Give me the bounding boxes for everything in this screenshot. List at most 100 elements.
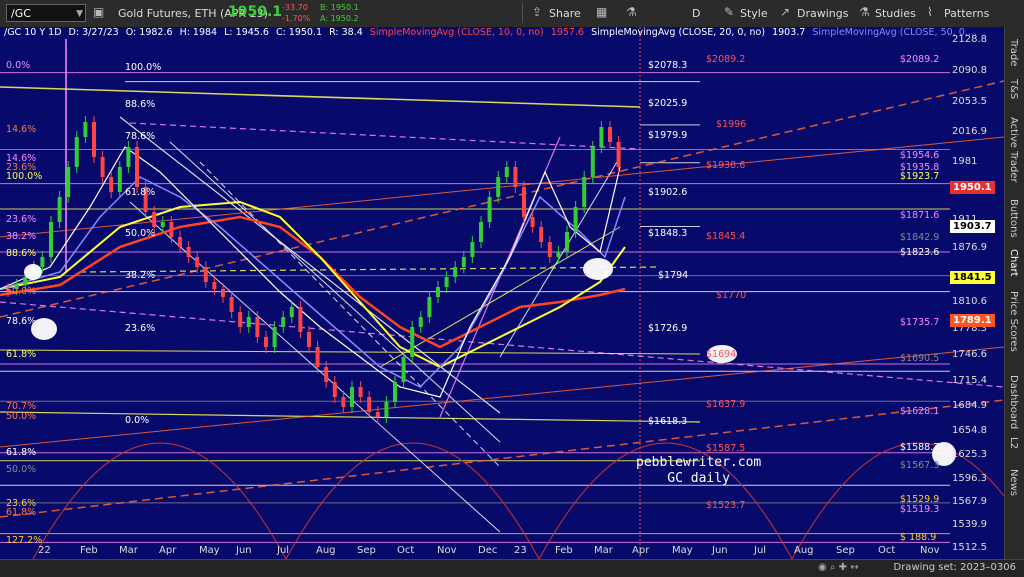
candle-body	[57, 197, 62, 222]
x-axis-tick-label: Jul	[754, 545, 767, 556]
y-axis-tick-label: 1625.3	[952, 449, 987, 460]
y-axis-tick-label: 1567.9	[952, 496, 987, 508]
studies-button[interactable]: Studies	[875, 7, 916, 20]
patterns-icon[interactable]: ⌇	[927, 5, 933, 19]
right-level-label: $1923.7	[900, 171, 940, 182]
bid-price: B: 1950.1	[320, 3, 359, 12]
side-tab[interactable]: Chart	[1008, 249, 1019, 276]
trend-line	[0, 411, 701, 423]
y-axis-tick-label: 1654.8	[952, 424, 987, 436]
trend-line	[119, 116, 501, 414]
y-axis-tick-label: 1512.5	[952, 542, 987, 553]
price-badge: 1789.1	[950, 314, 995, 327]
candle-body	[367, 397, 372, 412]
link-icon[interactable]: ▣	[93, 5, 104, 19]
legend-range: R: 38.4	[329, 27, 363, 38]
share-icon[interactable]: ⇪	[532, 5, 542, 19]
candle-body	[246, 317, 251, 327]
right-level-label: $1519.3	[900, 504, 940, 515]
trend-line	[0, 80, 1004, 318]
side-tab[interactable]: Buttons	[1008, 199, 1019, 238]
drawings-button[interactable]: Drawings	[797, 7, 848, 20]
x-axis-tick-label: Sep	[836, 545, 855, 556]
side-tab[interactable]: Price Scores	[1008, 291, 1019, 352]
candle-body	[298, 307, 303, 332]
style-icon[interactable]: ✎	[724, 5, 734, 19]
flask-icon[interactable]: ⚗	[626, 5, 637, 19]
price-level-label: $1794	[658, 270, 689, 281]
price-level-label: $1587.5	[706, 443, 746, 454]
studies-icon[interactable]: ⚗	[859, 5, 870, 19]
candle-body	[522, 187, 526, 217]
style-button[interactable]: Style	[740, 7, 768, 20]
right-level-label: $2089.2	[900, 54, 940, 65]
share-button[interactable]: Share	[549, 7, 581, 20]
side-tab[interactable]: T&S	[1008, 79, 1019, 99]
trend-line	[129, 122, 641, 150]
fib-level-label: 88.6%	[6, 248, 37, 259]
candle-body	[195, 257, 200, 267]
candle-body	[608, 127, 612, 142]
candle-body	[126, 147, 131, 167]
candle-body	[556, 252, 561, 257]
right-level-label: $1588.7	[900, 442, 940, 453]
side-tab[interactable]: L2	[1008, 437, 1019, 449]
price-level-label: $1938.6	[706, 160, 746, 171]
fib-level-label: 50.0%	[6, 464, 37, 475]
top-toolbar: /GC ▼ ▣ Gold Futures, ETH (APR 23) 1950.1…	[0, 0, 1024, 28]
candle-body	[582, 177, 587, 207]
x-axis-tick-label: Nov	[920, 545, 940, 556]
grid-icon[interactable]: ▦	[596, 5, 607, 19]
y-axis-tick-label: 2128.8	[952, 34, 987, 45]
x-axis-tick-label: 23	[514, 545, 527, 556]
y-axis-tick-label: 1684.9	[952, 399, 987, 411]
candle-body	[212, 282, 217, 289]
fib-level-label: 0.0%	[6, 60, 31, 71]
candle-body	[599, 127, 604, 147]
drawing-set-label[interactable]: Drawing set: 2023–0306	[894, 562, 1017, 573]
fib-ratio-label: 50.0%	[125, 228, 156, 239]
candle-body	[616, 142, 621, 167]
x-axis-tick-label: Nov	[437, 545, 457, 556]
candle-body	[281, 317, 286, 327]
symbol-text: /GC	[11, 7, 31, 20]
side-tab[interactable]: Trade	[1008, 39, 1019, 66]
price-chart[interactable]: /GC 10 Y 1D D: 3/27/23 O: 1982.6 H: 1984…	[0, 27, 1004, 559]
sma20-line	[0, 176, 626, 388]
candle-body	[444, 277, 449, 287]
x-axis-tick-label: 22	[38, 545, 51, 556]
price-level-label: $1523.7	[706, 500, 746, 511]
right-level-label: $ 188.9	[900, 532, 937, 543]
candle-body	[152, 212, 157, 227]
candle-body	[100, 157, 105, 177]
patterns-button[interactable]: Patterns	[944, 7, 989, 20]
candle-body	[272, 327, 277, 347]
side-tab[interactable]: Active Trader	[1008, 117, 1019, 183]
side-tab[interactable]: Dashboard	[1008, 375, 1019, 429]
fib-level-label: 61.8%	[6, 507, 37, 518]
camera-icon[interactable]: ◉ ⌕ ✚ ↔	[818, 562, 859, 573]
legend-sma10: SimpleMovingAvg (CLOSE, 10, 0, no)	[369, 27, 544, 38]
right-level-label: $1954.6	[900, 150, 940, 161]
candle-body	[109, 177, 114, 192]
candle-body	[264, 337, 268, 347]
candle-body	[573, 207, 578, 232]
candle-body	[547, 242, 552, 257]
fib-ratio-label: 23.6%	[125, 323, 156, 334]
aggregation-button[interactable]: D	[692, 7, 700, 20]
y-axis-tick-label: 2053.5	[952, 96, 987, 108]
side-tab-bar: Trade T&S Active Trader Buttons Chart Price S…	[1004, 27, 1024, 559]
symbol-input[interactable]: /GC ▼	[6, 4, 86, 22]
x-axis-tick-label: Oct	[397, 545, 415, 556]
y-axis-tick-label: 1715.4	[952, 374, 987, 386]
side-tab[interactable]: News	[1008, 469, 1019, 496]
x-axis-tick-label: Jun	[236, 545, 252, 556]
chevron-down-icon[interactable]: ▼	[76, 5, 83, 23]
drawings-icon[interactable]: ↗	[780, 5, 790, 19]
price-level-label: $1694	[706, 349, 737, 360]
fib-ratio-label: 100.0%	[125, 62, 162, 73]
candle-body	[513, 167, 518, 187]
candle-body	[496, 177, 501, 197]
candle-body	[169, 222, 174, 237]
x-axis-tick-label: Aug	[794, 545, 814, 556]
